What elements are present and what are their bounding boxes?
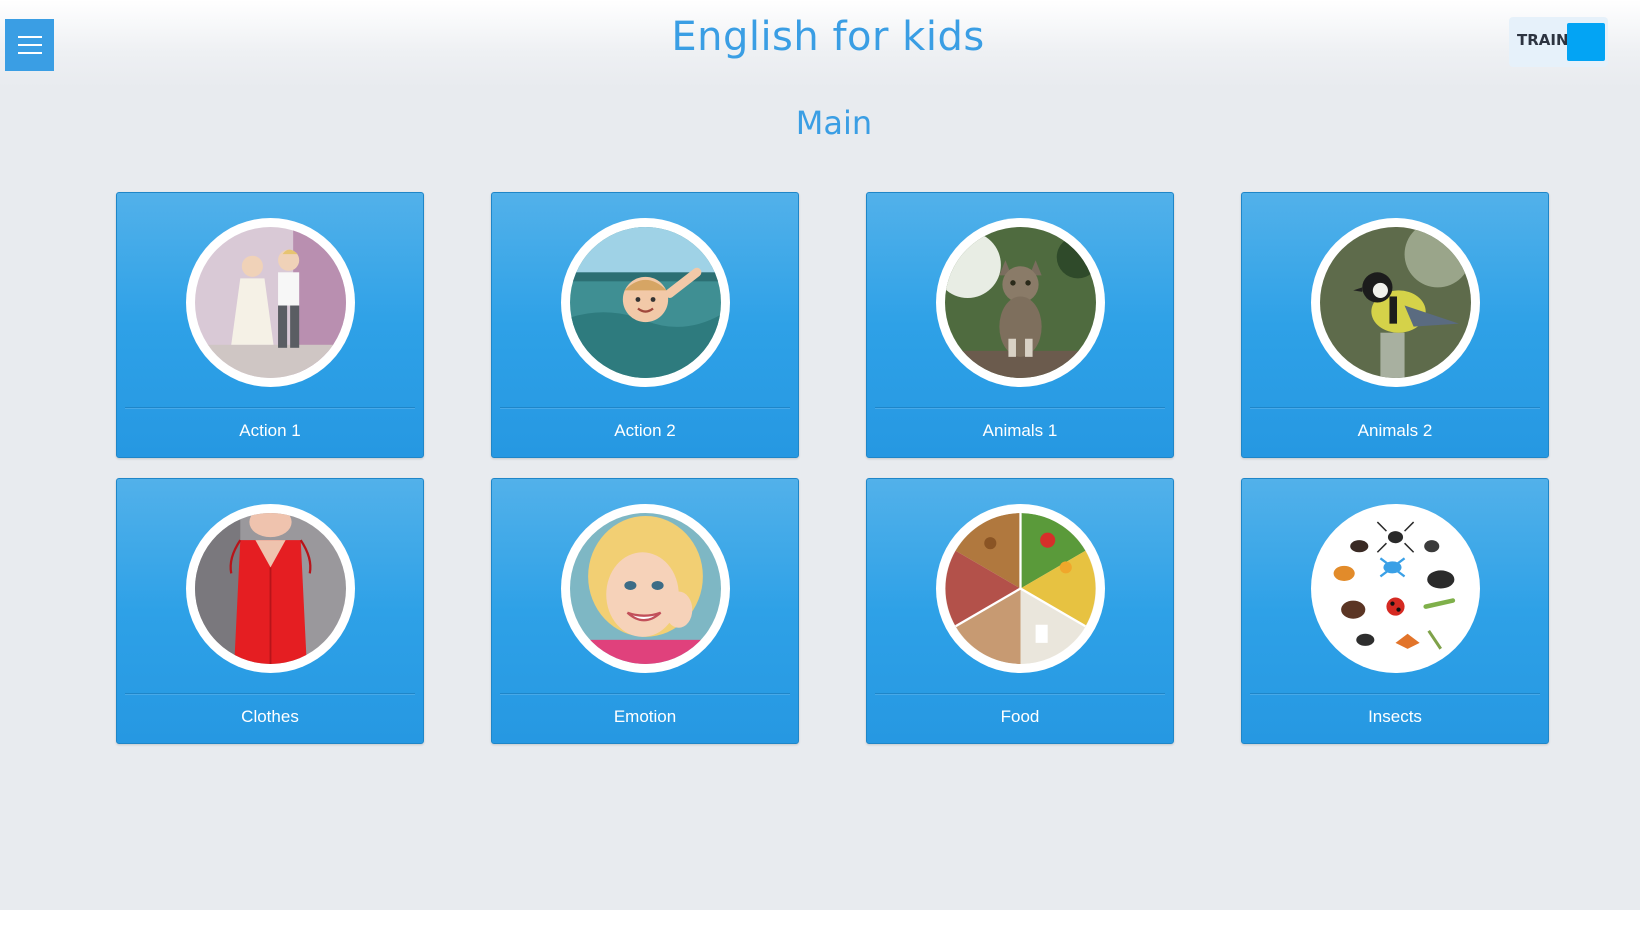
category-label: Clothes — [241, 707, 299, 726]
category-card-insects[interactable]: Insects — [1241, 478, 1549, 744]
category-card-action-1[interactable]: Action 1 — [116, 192, 424, 458]
header: English for kids TRAIN — [0, 0, 1640, 88]
category-label: Animals 2 — [1357, 421, 1433, 440]
card-divider — [125, 693, 415, 694]
card-divider — [500, 407, 790, 408]
mode-label: TRAIN — [1517, 31, 1569, 49]
bird-image — [1320, 227, 1471, 378]
category-image-frame — [936, 218, 1105, 387]
train-play-toggle[interactable]: TRAIN — [1509, 17, 1608, 67]
category-card-animals-2[interactable]: Animals 2 — [1241, 192, 1549, 458]
child-swimming-image — [570, 227, 721, 378]
category-image-frame — [186, 504, 355, 673]
card-divider — [1250, 693, 1540, 694]
insects-image — [1320, 513, 1471, 664]
card-divider — [500, 693, 790, 694]
category-image-frame — [1311, 218, 1480, 387]
card-divider — [125, 407, 415, 408]
cat-image — [945, 227, 1096, 378]
category-label: Emotion — [613, 707, 677, 726]
children-dancing-image — [195, 227, 346, 378]
food-plate-image — [945, 513, 1096, 664]
category-card-clothes[interactable]: Clothes — [116, 478, 424, 744]
category-image-frame — [936, 504, 1105, 673]
category-label: Action 1 — [239, 421, 301, 440]
category-label: Insects — [1368, 707, 1422, 726]
card-divider — [1250, 407, 1540, 408]
red-blouse-image — [195, 513, 346, 664]
category-image-frame — [186, 218, 355, 387]
smiling-girl-image — [570, 513, 721, 664]
category-image-frame — [561, 218, 730, 387]
category-card-action-2[interactable]: Action 2 — [491, 192, 799, 458]
page-title: Main — [795, 104, 873, 142]
category-card-animals-1[interactable]: Animals 1 — [866, 192, 1174, 458]
card-divider — [875, 693, 1165, 694]
category-image-frame — [1311, 504, 1480, 673]
category-label: Action 2 — [614, 421, 676, 440]
app-root: English for kids TRAIN Main Action 1 Act… — [0, 0, 1640, 910]
category-image-frame — [561, 504, 730, 673]
category-card-emotion[interactable]: Emotion — [491, 478, 799, 744]
card-divider — [875, 407, 1165, 408]
category-label: Animals 1 — [982, 421, 1058, 440]
category-card-food[interactable]: Food — [866, 478, 1174, 744]
toggle-knob[interactable] — [1567, 23, 1605, 61]
category-label: Food — [1000, 707, 1040, 726]
app-title: English for kids — [671, 14, 985, 60]
